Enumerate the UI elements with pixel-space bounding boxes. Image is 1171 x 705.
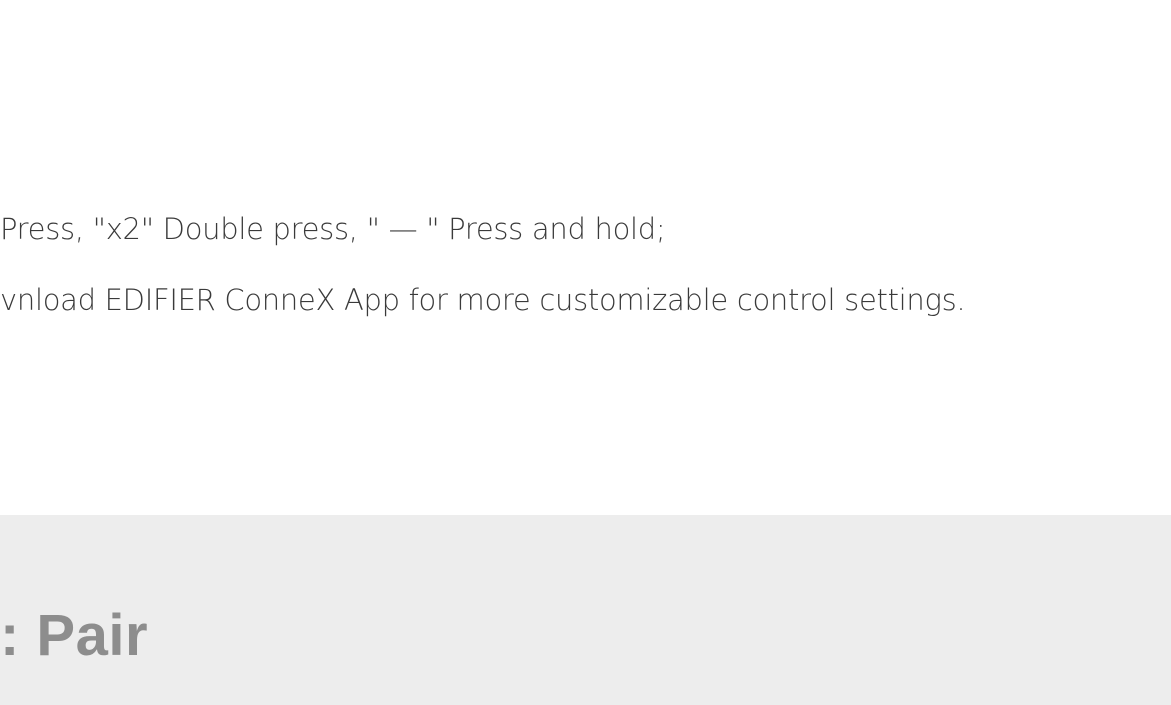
app-download-text: vnload EDIFIER ConneX App for more custo… <box>0 283 966 317</box>
pair-section <box>0 515 1171 705</box>
page: Press, "x2" Double press, " — " Press an… <box>0 0 1171 705</box>
button-legend-text: Press, "x2" Double press, " — " Press an… <box>0 212 666 246</box>
control-notes: Press, "x2" Double press, " — " Press an… <box>0 0 1171 515</box>
section-title-pair: : Pair <box>0 603 149 668</box>
